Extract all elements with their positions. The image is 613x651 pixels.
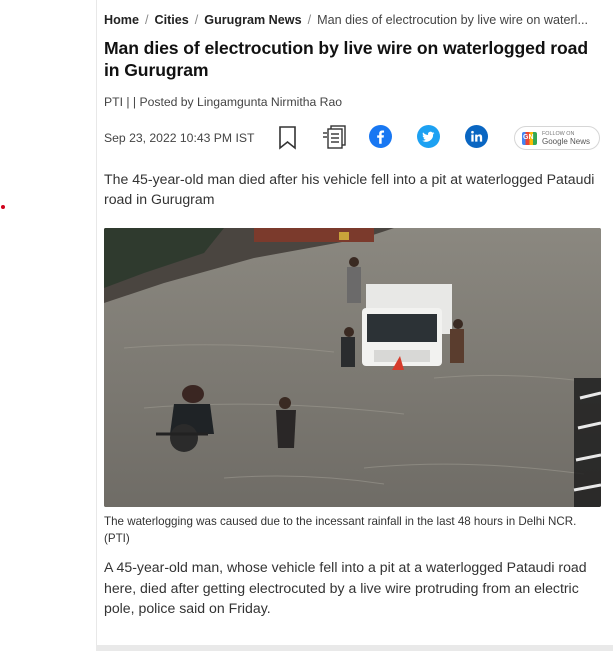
breadcrumb-home[interactable]: Home bbox=[104, 13, 139, 27]
article-body-paragraph: A 45-year-old man, whose vehicle fell in… bbox=[104, 559, 587, 616]
google-news-brand-text: Google News bbox=[542, 137, 591, 146]
facebook-icon[interactable] bbox=[369, 125, 392, 153]
article-byline: PTI | | Posted by Lingamgunta Nirmitha R… bbox=[104, 95, 343, 109]
photo-caption: The waterlogging was caused due to the i… bbox=[104, 515, 577, 545]
left-rail bbox=[0, 0, 92, 651]
linkedin-icon[interactable] bbox=[465, 125, 488, 153]
article-summary: The 45-year-old man died after his vehic… bbox=[104, 171, 595, 207]
rail-indicator-dot bbox=[1, 205, 5, 209]
breadcrumb-cities[interactable]: Cities bbox=[155, 13, 189, 27]
breadcrumb-separator: / bbox=[145, 13, 149, 27]
article-title: Man dies of electrocution by live wire o… bbox=[104, 38, 588, 80]
google-news-label: FOLLOW ON Google News bbox=[542, 130, 590, 146]
article-photo bbox=[104, 228, 601, 507]
breadcrumb-gurugram-news[interactable]: Gurugram News bbox=[204, 13, 301, 27]
breadcrumb-current: Man dies of electrocution by live wire o… bbox=[317, 13, 588, 27]
breadcrumb: Home / Cities / Gurugram News / Man dies of el… bbox=[104, 13, 604, 27]
article-content: Home / Cities / Gurugram News / Man dies of el… bbox=[104, 0, 604, 619]
bookmark-icon[interactable] bbox=[278, 126, 297, 155]
breadcrumb-separator: / bbox=[194, 13, 199, 27]
bottom-scroll-bar bbox=[96, 645, 613, 651]
read-list-icon[interactable] bbox=[323, 125, 349, 154]
breadcrumb-separator: / bbox=[307, 13, 312, 27]
publish-date: Sep 23, 2022 10:43 PM IST bbox=[104, 131, 255, 145]
google-news-icon bbox=[522, 131, 537, 145]
twitter-icon[interactable] bbox=[417, 125, 440, 153]
share-row: Sep 23, 2022 10:43 PM IST GN FOLLOW ON G… bbox=[104, 123, 604, 157]
follow-google-news-button[interactable]: FOLLOW ON Google News bbox=[514, 126, 600, 150]
rail-divider bbox=[96, 0, 97, 651]
